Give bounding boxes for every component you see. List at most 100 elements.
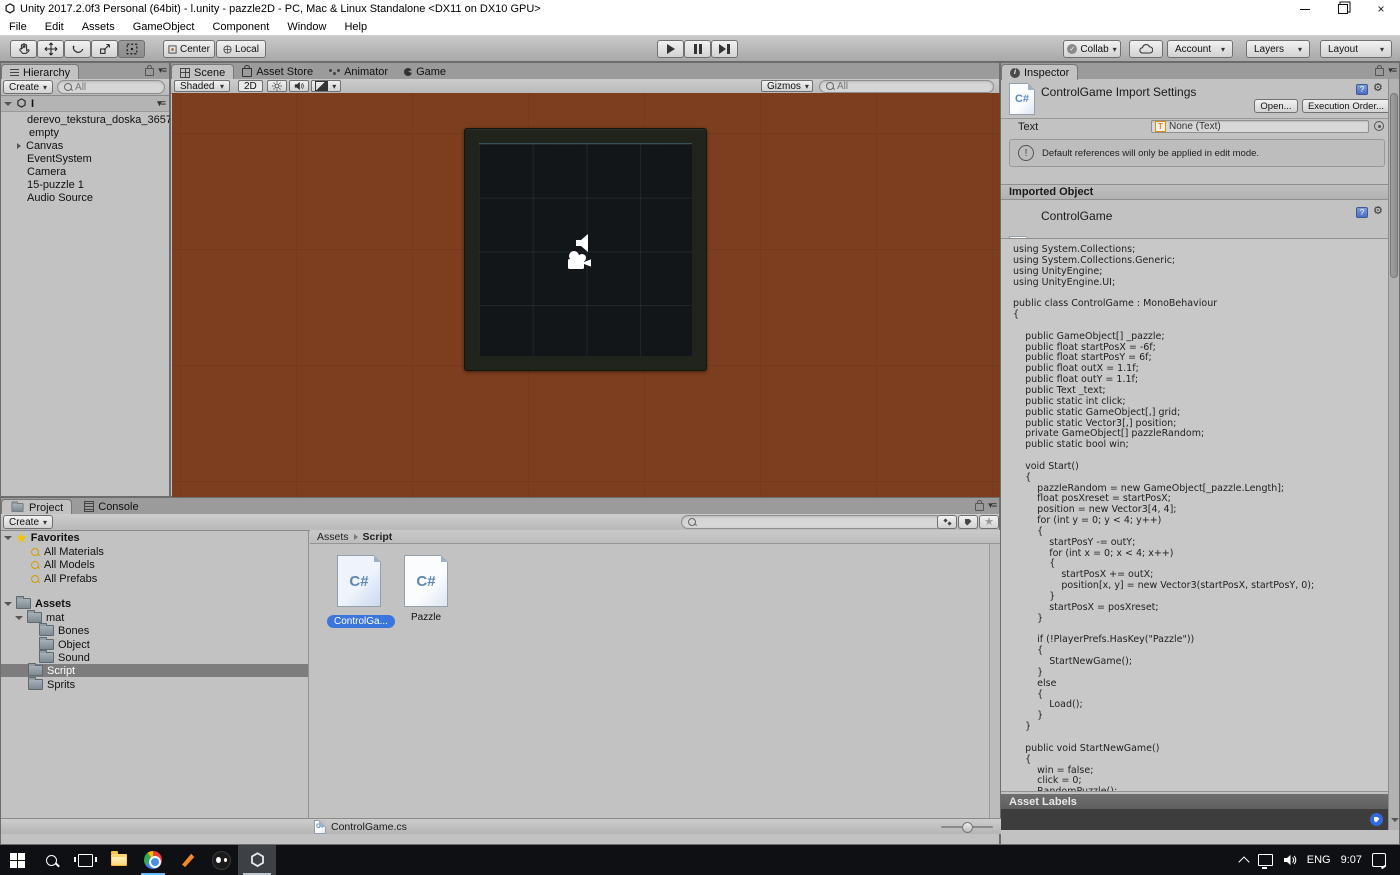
menu-assets[interactable]: Assets xyxy=(73,21,124,33)
panel-menu-icon[interactable] xyxy=(988,500,996,511)
assets-root-row[interactable]: Assets xyxy=(1,597,308,610)
task-view-button[interactable] xyxy=(68,845,102,875)
scroll-down-icon[interactable] xyxy=(1391,809,1399,827)
shading-dropdown[interactable]: Shaded xyxy=(174,80,230,92)
menu-window[interactable]: Window xyxy=(278,21,335,33)
play-button[interactable] xyxy=(657,40,684,58)
account-dropdown[interactable]: Account xyxy=(1167,40,1233,58)
hand-tool-button[interactable] xyxy=(10,40,37,58)
network-icon[interactable] xyxy=(1258,854,1273,866)
gear-icon[interactable]: ⚙ xyxy=(1373,206,1383,217)
content-scrollbar[interactable] xyxy=(989,544,1000,818)
hierarchy-item[interactable]: Camera xyxy=(1,165,169,178)
pivot-toggle-button[interactable]: Center xyxy=(163,40,215,58)
help-icon[interactable]: ? xyxy=(1356,207,1368,218)
tray-expand-icon[interactable] xyxy=(1238,856,1249,867)
minimize-button[interactable] xyxy=(1288,0,1322,18)
project-search-input[interactable] xyxy=(681,515,943,529)
panel-menu-icon[interactable] xyxy=(158,65,166,76)
hierarchy-item[interactable]: empty xyxy=(1,126,169,139)
tab-console[interactable]: Console xyxy=(76,499,146,514)
project-create-button[interactable]: Create xyxy=(3,515,53,529)
execution-order-button[interactable]: Execution Order... xyxy=(1302,99,1390,113)
asset-item[interactable]: C# Pazzle xyxy=(394,555,458,647)
space-toggle-button[interactable]: Local xyxy=(216,40,266,58)
hierarchy-search-input[interactable]: All xyxy=(57,80,165,94)
menu-help[interactable]: Help xyxy=(335,21,376,33)
tab-animator[interactable]: Animator xyxy=(321,64,396,79)
tab-game[interactable]: Game xyxy=(396,64,454,79)
scale-tool-button[interactable] xyxy=(91,40,118,58)
layout-dropdown[interactable]: Layout xyxy=(1320,40,1392,58)
folder-row[interactable]: Sprits xyxy=(1,678,308,691)
chrome-button[interactable] xyxy=(136,845,170,875)
tag-icon[interactable] xyxy=(1370,813,1383,826)
hierarchy-item[interactable]: Canvas xyxy=(1,139,169,152)
object-picker-icon[interactable] xyxy=(1374,121,1384,131)
favorites-search-button[interactable]: ★ xyxy=(979,515,999,529)
file-explorer-button[interactable] xyxy=(102,845,136,875)
folder-row-selected[interactable]: Script xyxy=(1,664,308,677)
hierarchy-create-button[interactable]: Create xyxy=(3,80,53,94)
open-script-button[interactable]: Open... xyxy=(1254,99,1298,113)
camera-gizmo-icon[interactable] xyxy=(564,248,594,274)
asset-item-selected[interactable]: C# ControlGa... xyxy=(327,555,391,647)
breadcrumb-assets[interactable]: Assets xyxy=(317,531,349,543)
hierarchy-item[interactable]: derevo_tekstura_doska_3657 xyxy=(1,113,169,126)
lock-icon[interactable] xyxy=(145,68,154,76)
menu-gameobject[interactable]: GameObject xyxy=(124,21,204,33)
scrollbar-thumb[interactable] xyxy=(1390,93,1398,278)
unity-task-button[interactable] xyxy=(238,845,276,875)
rotate-tool-button[interactable] xyxy=(64,40,91,58)
tab-project[interactable]: Project xyxy=(1,499,72,515)
menu-component[interactable]: Component xyxy=(203,21,278,33)
panel-menu-icon[interactable] xyxy=(1388,65,1396,76)
search-by-type-button[interactable] xyxy=(937,515,957,529)
layers-dropdown[interactable]: Layers xyxy=(1246,40,1310,58)
gear-icon[interactable]: ⚙ xyxy=(1373,83,1383,94)
gizmos-dropdown[interactable]: Gizmos xyxy=(761,80,813,92)
step-button[interactable] xyxy=(711,40,738,58)
pause-button[interactable] xyxy=(684,40,711,58)
editor-app-button[interactable] xyxy=(170,845,204,875)
favorite-item[interactable]: All Models xyxy=(1,558,308,571)
menu-file[interactable]: File xyxy=(0,21,36,33)
start-button[interactable] xyxy=(0,845,34,875)
language-indicator[interactable]: ENG xyxy=(1307,854,1331,866)
tab-hierarchy[interactable]: Hierarchy xyxy=(1,64,79,80)
folder-row[interactable]: Sound xyxy=(1,651,308,664)
asset-labels-header[interactable]: Asset Labels xyxy=(1001,794,1391,809)
restore-button[interactable] xyxy=(1326,0,1360,18)
folder-row[interactable]: mat xyxy=(1,611,308,624)
hierarchy-item[interactable]: Audio Source xyxy=(1,191,169,204)
monodevelop-button[interactable] xyxy=(204,845,238,875)
help-icon[interactable]: ? xyxy=(1356,84,1368,95)
taskbar-search-button[interactable] xyxy=(34,845,68,875)
folder-row[interactable]: Bones xyxy=(1,624,308,637)
favorite-item[interactable]: All Prefabs xyxy=(1,572,308,585)
2d-toggle-button[interactable]: 2D xyxy=(238,80,263,92)
hierarchy-scene-row[interactable]: I xyxy=(1,96,169,112)
lighting-toggle-button[interactable] xyxy=(267,80,287,92)
scene-search-input[interactable]: All xyxy=(819,80,994,93)
scene-canvas[interactable] xyxy=(172,93,1000,497)
scene-menu-icon[interactable] xyxy=(157,98,165,109)
favorite-item[interactable]: All Materials xyxy=(1,545,308,558)
tab-asset-store[interactable]: Asset Store xyxy=(234,64,321,79)
collab-button[interactable]: ✓Collab xyxy=(1063,40,1121,58)
inspector-scrollbar[interactable] xyxy=(1388,79,1399,830)
tab-inspector[interactable]: i Inspector xyxy=(1001,64,1078,80)
close-button[interactable]: × xyxy=(1364,0,1398,18)
hierarchy-item[interactable]: 15-puzzle 1 xyxy=(1,178,169,191)
cloud-button[interactable] xyxy=(1129,40,1163,58)
move-tool-button[interactable] xyxy=(37,40,64,58)
slider-knob[interactable] xyxy=(962,822,973,833)
thumbnail-size-slider[interactable] xyxy=(941,826,993,828)
breadcrumb-current[interactable]: Script xyxy=(363,531,393,543)
rect-tool-button[interactable] xyxy=(118,40,145,58)
menu-edit[interactable]: Edit xyxy=(36,21,73,33)
expand-icon[interactable] xyxy=(17,143,21,149)
lock-icon[interactable] xyxy=(1375,68,1384,76)
audio-toggle-button[interactable] xyxy=(289,80,309,92)
lock-icon[interactable] xyxy=(975,503,984,511)
